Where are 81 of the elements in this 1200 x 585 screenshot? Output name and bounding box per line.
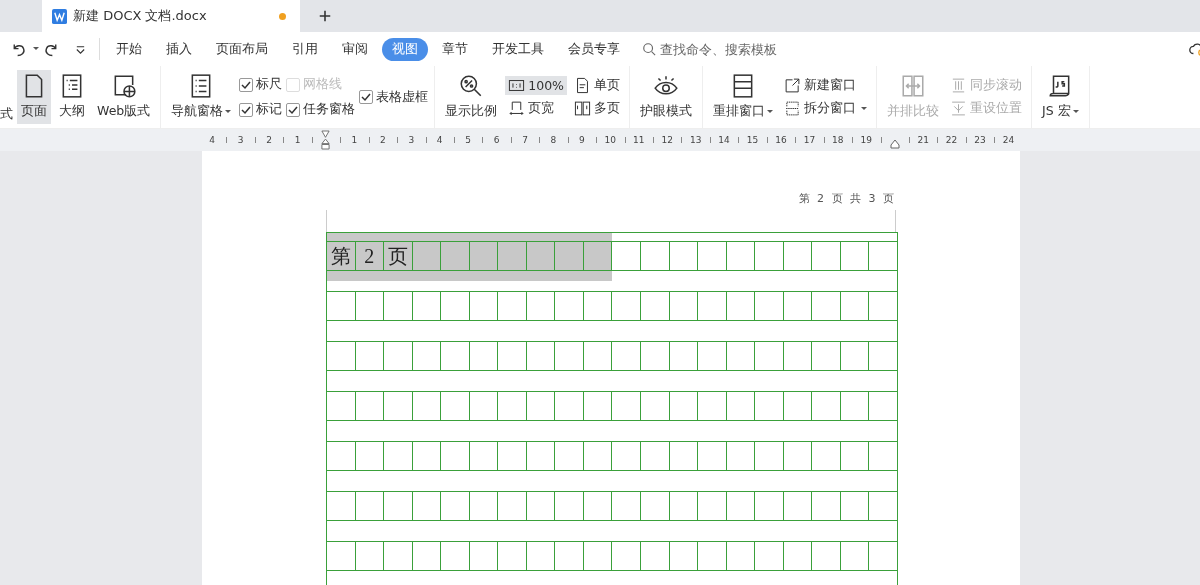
ribbon-button[interactable]: 页宽 (505, 99, 567, 118)
ruler-number: 16 (775, 135, 787, 145)
ribbon-button[interactable]: 多页 (571, 99, 623, 118)
ruler-number: 6 (493, 135, 500, 145)
ruler-number: 1 (351, 135, 358, 145)
grid-cell: 页 (384, 242, 413, 270)
ruler-number: 2 (379, 135, 386, 145)
ruler-number: 19 (860, 135, 872, 145)
page-header: 第 2 页 共 3 页 (798, 191, 896, 206)
ribbon-button[interactable]: 大纲 (55, 70, 89, 124)
document-icon (52, 8, 67, 24)
checkbox-option[interactable]: 标记 (239, 99, 283, 120)
ribbon-button[interactable]: 显示比例 (441, 70, 502, 124)
ruler-number: 4 (209, 135, 216, 145)
ruler-number: 13 (689, 135, 702, 145)
checkbox[interactable] (286, 102, 301, 117)
margin-marker-icon[interactable] (889, 139, 900, 149)
menu-tab[interactable]: 引用 (282, 37, 328, 61)
ribbon-button[interactable]: 重排窗口 (709, 70, 777, 124)
ribbon-label[interactable]: 式 (0, 105, 13, 123)
ruler-number: 24 (1002, 135, 1015, 145)
ribbon-button[interactable]: 100% (505, 76, 567, 95)
sync-icon (950, 77, 967, 94)
ruler-number: 10 (604, 135, 617, 145)
menu-tab[interactable]: 页面布局 (206, 37, 278, 61)
ribbon-button[interactable]: 单页 (571, 76, 623, 95)
document-tab[interactable]: 新建 DOCX 文档.docx (42, 0, 300, 32)
reset-icon (950, 100, 967, 117)
checkbox-option[interactable]: 任务窗格 (286, 99, 356, 120)
compare-icon (900, 73, 926, 99)
ruler-number: 22 (945, 135, 958, 145)
ruler-number: 23 (974, 135, 986, 145)
menu-tab[interactable]: 审阅 (332, 37, 378, 61)
checkbox[interactable] (239, 102, 254, 117)
single-icon (574, 77, 591, 94)
ruler-number: 3 (237, 135, 244, 145)
search-field[interactable]: 查找命令、搜索模板 (642, 40, 812, 58)
new-tab-icon[interactable] (318, 9, 332, 23)
newwin-icon (784, 77, 801, 94)
ruler-number: 4 (436, 135, 443, 145)
ruler-number: 17 (803, 135, 816, 145)
ruler-number: 8 (550, 135, 557, 145)
ruler-number: 2 (266, 135, 272, 145)
ruler-number: 5 (465, 135, 471, 145)
ruler-number: 14 (718, 135, 730, 145)
ruler-number: 3 (408, 135, 415, 145)
ribbon-button[interactable]: 护眼模式 (636, 70, 696, 124)
ruler-number: 9 (579, 135, 585, 145)
tab-title: 新建 DOCX 文档.docx (73, 7, 207, 25)
multi-icon (574, 100, 591, 117)
ruler-number: 12 (661, 135, 673, 145)
pagewidth-icon (508, 100, 526, 117)
ribbon-button[interactable]: 页面 (17, 70, 51, 124)
ruler-number: 15 (746, 135, 759, 145)
ribbon-button[interactable]: 导航窗格 (167, 70, 236, 124)
grid-cell: 2 (355, 242, 385, 270)
ruler-number: 11 (633, 135, 645, 145)
ruler-number: 21 (917, 135, 929, 145)
grid-cell: 第 (327, 242, 356, 270)
ribbon-button[interactable]: Web版式 (93, 70, 155, 124)
ruler-number: 1 (294, 135, 301, 145)
split-icon (784, 100, 801, 117)
caret-icon (33, 47, 39, 51)
menu-tab[interactable]: 章节 (432, 37, 478, 61)
ribbon-button[interactable]: 新建窗口 (781, 76, 870, 95)
menu-tab[interactable]: 会员专享 (558, 37, 630, 61)
ribbon-button[interactable]: 拆分窗口 (781, 99, 870, 118)
menu-tab[interactable]: 开始 (106, 37, 152, 61)
checkbox[interactable] (359, 90, 374, 104)
checkbox-option[interactable]: 表格虚框 (359, 86, 429, 108)
onetoone-icon (508, 77, 526, 94)
menu-tab[interactable]: 插入 (156, 37, 202, 61)
ribbon-button[interactable]: JS 宏 (1038, 70, 1083, 124)
search-icon (642, 42, 656, 56)
ruler-number: 7 (522, 135, 528, 145)
menu-tab[interactable]: 开发工具 (482, 37, 554, 61)
ruler[interactable]: 4 3 2 1 1 2 3 4 5 6 7 8 9 10 11 12 13 14 15 16 17 18 19 21 22 23 24 (0, 129, 1200, 151)
indent-marker-icon[interactable] (321, 130, 331, 150)
ruler-number: 18 (832, 135, 844, 145)
checkbox-option[interactable]: 标尺 (239, 74, 283, 95)
checkbox[interactable] (239, 77, 254, 92)
